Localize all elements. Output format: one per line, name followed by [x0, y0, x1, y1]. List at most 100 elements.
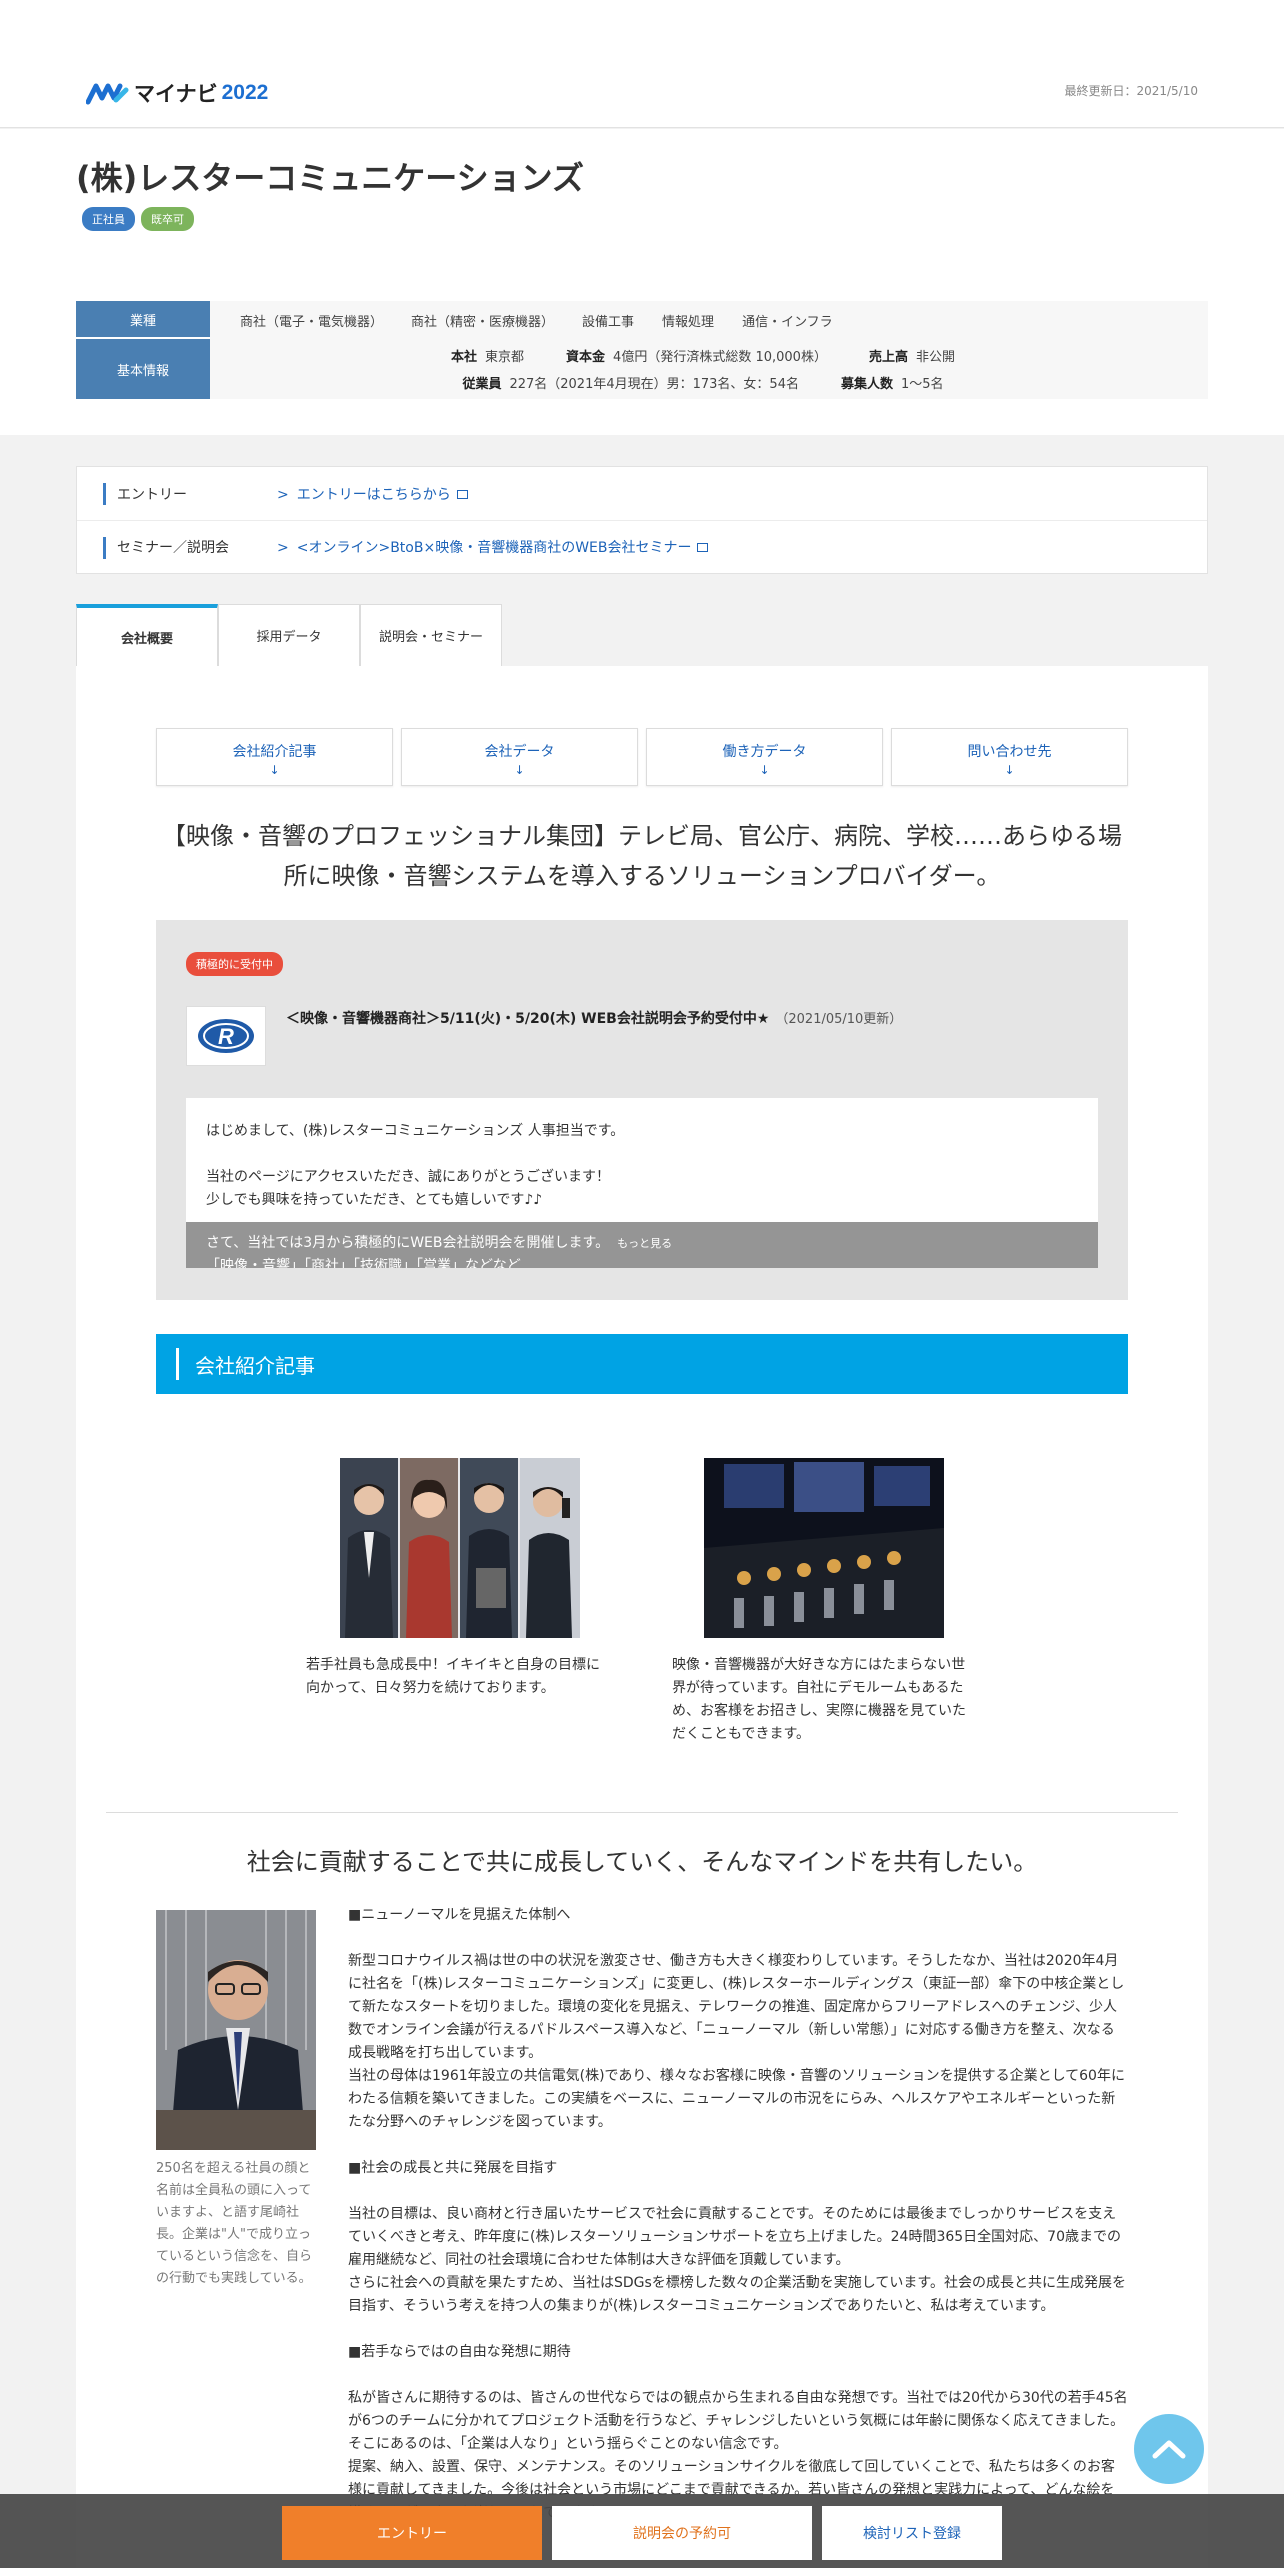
entry-button[interactable]: エントリー — [282, 2506, 542, 2560]
entry-link-text: エントリーはこちらから — [296, 486, 451, 503]
heading-bar — [176, 1348, 179, 1380]
industry-item: 商社（精密・医療機器） — [411, 314, 555, 330]
seminar-link[interactable]: > <オンライン>BtoB×映像・音響機器商社のWEB会社セミナー — [277, 537, 709, 557]
ceo-photo-image — [156, 1910, 316, 2150]
industry-label: 業種 — [76, 301, 210, 339]
overlay-text: さて、当社では3月から積極的にWEB会社説明会を開催します。 — [206, 1235, 610, 1251]
ceo-photo — [156, 1910, 316, 2150]
main-panel: 会社紹介記事 ↓ 会社データ ↓ 働き方データ ↓ 問い合わせ先 ↓ 【映像・音… — [76, 666, 1208, 2568]
capital-key: 資本金 — [566, 350, 606, 365]
last-update: 最終更新日：2021/5/10 — [1064, 84, 1198, 98]
seminar-label: セミナー／説明会 — [117, 540, 229, 556]
arrow-down-icon: ↓ — [759, 763, 770, 777]
anchor-nav: 会社紹介記事 ↓ 会社データ ↓ 働き方データ ↓ 問い合わせ先 ↓ — [156, 728, 1128, 786]
section-heading: 会社紹介記事 — [156, 1334, 1128, 1394]
company-name: (株)レスターコミュニケーションズ — [76, 159, 584, 197]
section-divider — [106, 1812, 1178, 1813]
news-body: はじめまして、(株)レスターコミュニケーションズ 人事担当です。 当社のページに… — [186, 1098, 1098, 1268]
arrow-down-icon: ↓ — [514, 763, 525, 777]
news-box: 積極的に受付中 R ＜映像・音響機器商社＞5/11(火)・5/20(木) WEB… — [156, 920, 1128, 1300]
anchor-label: 会社データ — [484, 744, 555, 760]
chevron-right-icon: > — [277, 540, 289, 556]
seminar-reservation-button[interactable]: 説明会の予約可 — [552, 2506, 812, 2560]
capital-value: 4億円（発行済株式総数 10,000株） — [613, 350, 827, 365]
sales-value: 非公開 — [915, 350, 955, 365]
read-more-link[interactable]: もっと見る — [617, 1237, 672, 1250]
logo-text: マイナビ — [134, 83, 218, 106]
basic-info-label: 基本情報 — [76, 339, 210, 399]
industry-row: 業種 商社（電子・電気機器） 商社（精密・医療機器） 設備工事 情報処理 通信・… — [76, 301, 1208, 339]
equipment-photo-image — [704, 1458, 944, 1638]
tab-seminar[interactable]: 説明会・セミナー — [360, 604, 502, 666]
page-tabs: 会社概要 採用データ 説明会・セミナー — [76, 604, 502, 666]
company-block: (株)レスターコミュニケーションズ 正社員 既卒可 業種 商社（電子・電気機器）… — [0, 129, 1284, 435]
entry-label: エントリー — [117, 486, 187, 503]
basic-info-values: 本社 東京都 資本金 4億円（発行済株式総数 10,000株） 売上高 非公開 … — [210, 339, 1208, 399]
recruit-value: 1～5名 — [901, 377, 944, 392]
logo-year: 2022 — [221, 81, 269, 104]
external-link-icon — [697, 543, 709, 552]
article-paragraph: 新型コロナウイルス禍は世の中の状況を激変させ、働き方も大きく様変わりしています。… — [348, 1953, 1125, 2130]
article-paragraph: 当社の目標は、良い商材と行き届いたサービスで社会に貢献することです。そのためには… — [348, 2206, 1126, 2314]
ceo-caption: 250名を超える社員の顔と名前は全員私の頭に入っていますよ、と語す尾崎社長。企業… — [156, 2161, 313, 2286]
read-more-overlay[interactable]: さて、当社では3月から積極的にWEB会社説明会を開催します。 もっと見る 「映像・… — [186, 1222, 1098, 1268]
equipment-caption: 映像・音響機器が大好きな方にはたまらない世界が待っています。自社にデモルームもあ… — [672, 1657, 966, 1742]
section-title: 会社紹介記事 — [195, 1353, 315, 1378]
entry-link[interactable]: > エントリーはこちらから — [277, 484, 468, 504]
anchor-label: 働き方データ — [722, 744, 807, 760]
news-date: （2021/05/10更新） — [775, 1012, 903, 1027]
employees-value: 227名（2021年4月現在）男：173名、女：54名 — [509, 377, 799, 392]
news-title[interactable]: ＜映像・音響機器商社＞5/11(火)・5/20(木) WEB会社説明会予約受付中… — [286, 1008, 902, 1028]
article-heading: ■若手ならではの自由な発想に期待 — [348, 2344, 571, 2360]
equipment-photo — [704, 1458, 944, 1638]
entry-row: エントリー > エントリーはこちらから — [77, 467, 1207, 520]
news-body-text: はじめまして、(株)レスターコミュニケーションズ 人事担当です。 当社のページに… — [206, 1123, 625, 1208]
anchor-contact[interactable]: 問い合わせ先 ↓ — [891, 728, 1128, 786]
site-header: マイナビ 2022 最終更新日：2021/5/10 — [0, 0, 1284, 128]
rester-logo-icon: R — [198, 1019, 254, 1053]
entry-accent-bar — [103, 483, 106, 505]
lead-catchphrase: 【映像・音響のプロフェッショナル集団】テレビ局、官公庁、病院、学校……あらゆる場… — [162, 822, 1122, 890]
seminar-row: セミナー／説明会 > <オンライン>BtoB×映像・音響機器商社のWEB会社セミナ… — [77, 520, 1207, 573]
industry-item: 情報処理 — [662, 314, 715, 330]
industry-item: 商社（電子・電気機器） — [240, 314, 384, 330]
badge-graduate-ok: 既卒可 — [141, 207, 194, 231]
arrow-down-icon: ↓ — [1004, 763, 1015, 777]
seminar-accent-bar — [103, 537, 106, 559]
recruit-key: 募集人数 — [840, 377, 893, 392]
anchor-label: 会社紹介記事 — [232, 744, 317, 760]
industry-item: 通信・インフラ — [742, 314, 833, 330]
anchor-work-data[interactable]: 働き方データ ↓ — [646, 728, 883, 786]
employees-photo-image — [340, 1458, 580, 1638]
badge-fulltime: 正社員 — [82, 207, 135, 231]
chevron-right-icon: > — [277, 486, 289, 503]
chevron-up-icon — [1152, 2440, 1186, 2459]
external-link-icon — [456, 489, 468, 499]
anchor-company-data[interactable]: 会社データ ↓ — [401, 728, 638, 786]
interview-heading: 社会に貢献することで共に成長していく、そんなマインドを共有したい。 — [246, 1848, 1038, 1876]
anchor-company-article[interactable]: 会社紹介記事 ↓ — [156, 728, 393, 786]
employees-photo — [340, 1458, 580, 1638]
seminar-link-text: <オンライン>BtoB×映像・音響機器商社のWEB会社セミナー — [296, 540, 692, 556]
industry-list: 商社（電子・電気機器） 商社（精密・医療機器） 設備工事 情報処理 通信・インフ… — [210, 301, 1208, 339]
hq-value: 東京都 — [485, 350, 525, 365]
add-to-list-button[interactable]: 検討リスト登録 — [822, 2506, 1002, 2560]
mynavi-logo-icon — [86, 83, 129, 105]
status-badge: 積極的に受付中 — [186, 952, 283, 976]
interview-article: ■ニューノーマルを見据えた体制へ 新型コロナウイルス禍は世の中の状況を激変させ、… — [348, 1904, 1128, 2568]
news-title-text: ＜映像・音響機器商社＞5/11(火)・5/20(木) WEB会社説明会予約受付中… — [286, 1011, 770, 1027]
industry-item: 設備工事 — [582, 314, 635, 330]
anchor-label: 問い合わせ先 — [967, 744, 1052, 760]
overlay-next-line: 「映像・音響」「商社」「技術職」「営業」などなど — [206, 1258, 521, 1268]
entry-card: エントリー > エントリーはこちらから セミナー／説明会 > <オンライン>BtoB… — [76, 466, 1208, 574]
scroll-to-top-button[interactable] — [1134, 2414, 1204, 2484]
arrow-down-icon: ↓ — [269, 763, 280, 777]
article-heading: ■社会の成長と共に発展を目指す — [348, 2160, 558, 2176]
sales-key: 売上高 — [868, 350, 908, 365]
tab-recruit-data[interactable]: 採用データ — [218, 604, 360, 666]
badge-group: 正社員 既卒可 — [82, 207, 194, 231]
svg-text:R: R — [218, 1024, 234, 1049]
company-logo: R — [186, 1006, 266, 1066]
mynavi-logo[interactable]: マイナビ 2022 — [86, 78, 268, 108]
tab-company-overview[interactable]: 会社概要 — [76, 604, 218, 666]
